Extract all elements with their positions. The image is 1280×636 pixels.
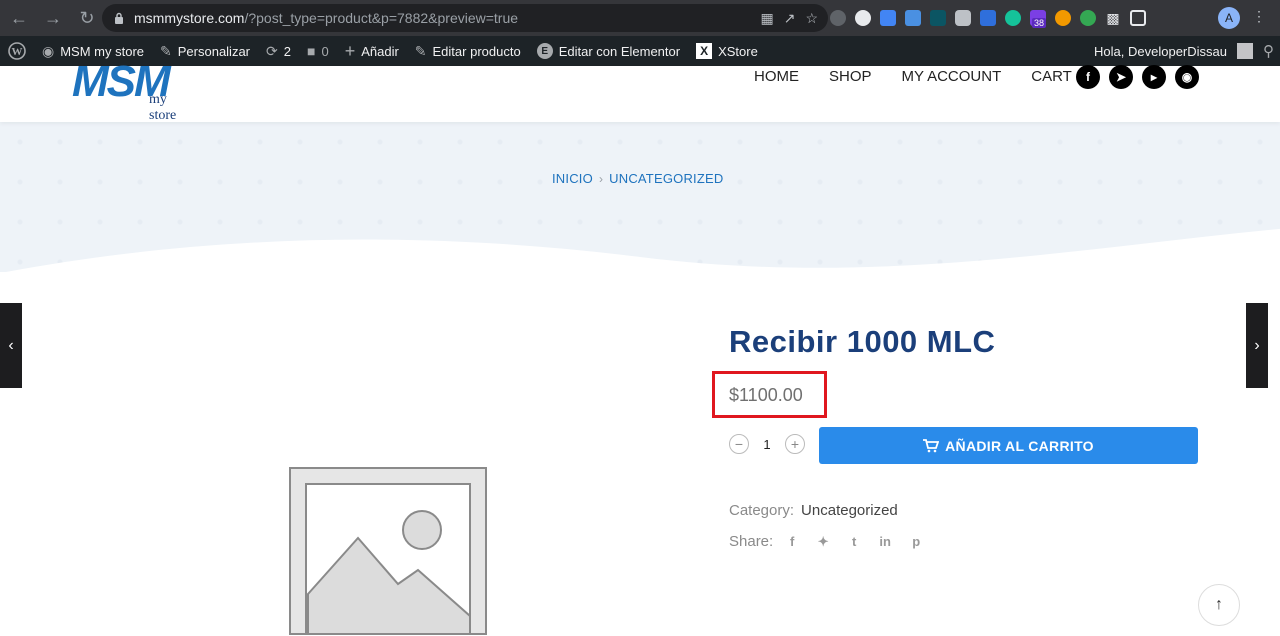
share-label: Share: [729, 533, 774, 550]
next-product-arrow-icon[interactable]: › [1246, 303, 1268, 388]
wp-xstore-item[interactable]: X XStore [688, 36, 766, 66]
product-share-row: Share: f ✦ t in p [729, 533, 928, 550]
prev-product-arrow-icon[interactable]: ‹ [0, 303, 22, 388]
page-hero: INICIO › UNCATEGORIZED [0, 122, 1280, 272]
logo-sub-text: my store [149, 92, 177, 123]
globe-extension-icon[interactable] [855, 10, 871, 26]
back-icon[interactable]: ← [4, 3, 34, 33]
camera-extension-icon[interactable] [955, 10, 971, 26]
wp-edit-product-label: Editar producto [432, 43, 521, 59]
facebook-icon[interactable]: f [1076, 65, 1100, 89]
wordpress-icon: W [8, 42, 26, 60]
nav-my-account[interactable]: MY ACCOUNT [902, 68, 1002, 85]
quantity-stepper: − 1 + [729, 434, 805, 454]
site-logo[interactable]: MSM my store [72, 60, 176, 124]
wp-comments-item[interactable]: ■ 0 [299, 36, 337, 66]
grammarly-extension-icon[interactable] [1005, 10, 1021, 26]
product-placeholder-image[interactable] [288, 466, 488, 636]
xstore-icon: X [696, 43, 713, 59]
add-to-cart-button[interactable]: AÑADIR AL CARRITO [819, 427, 1198, 464]
plus-icon: + [344, 40, 356, 61]
puzzle-icon[interactable]: ▩ [1105, 10, 1121, 26]
menu-kebab-icon[interactable]: ⋮ [1252, 8, 1266, 25]
wp-add-new-item[interactable]: + Añadir [337, 36, 407, 66]
tumblr-icon[interactable]: t [842, 534, 866, 549]
breadcrumb-category[interactable]: UNCATEGORIZED [609, 171, 723, 186]
back-to-top-button[interactable]: ↑ [1198, 584, 1240, 626]
docs-extension-icon[interactable] [880, 10, 896, 26]
s-extension-icon[interactable] [980, 10, 996, 26]
wp-add-new-label: Añadir [361, 43, 399, 59]
twitter-icon[interactable]: ✦ [811, 534, 835, 550]
extension-badge: 38 [1032, 18, 1047, 28]
arrow-up-icon: ↑ [1215, 596, 1223, 613]
nav-home[interactable]: HOME [754, 68, 799, 85]
wp-admin-bar: W ◉ MSM my store ✎ Personalizar ⟳ 2 ■ 0 … [0, 36, 1280, 66]
quantity-input[interactable]: 1 [749, 437, 785, 452]
translate-extension-icon[interactable] [905, 10, 921, 26]
pinterest-icon[interactable]: p [904, 534, 928, 549]
updates-icon: ⟳ [266, 42, 278, 59]
breadcrumb-separator-icon: › [598, 171, 604, 186]
n-extension-icon[interactable] [930, 10, 946, 26]
telegram-icon[interactable]: ➤ [1109, 65, 1133, 89]
youtube-icon[interactable]: ▶ [1142, 65, 1166, 89]
sidepanel-icon[interactable] [1130, 10, 1146, 26]
badge-extension-icon[interactable]: 38 [1030, 10, 1047, 28]
recycle-extension-icon[interactable] [830, 10, 846, 26]
wp-updates-count: 2 [283, 43, 291, 59]
comment-icon: ■ [306, 43, 316, 59]
address-bar[interactable]: msmmystore.com/?post_type=product&p=7882… [102, 4, 828, 32]
breadcrumb: INICIO › UNCATEGORIZED [552, 171, 723, 186]
elementor-icon: E [536, 43, 553, 59]
nav-shop[interactable]: SHOP [829, 68, 872, 85]
svg-text:W: W [12, 46, 23, 58]
product-title: Recibir 1000 MLC [729, 324, 996, 359]
translate-icon[interactable]: ▦ [760, 10, 773, 27]
extensions-bar: 38 ▩ [830, 6, 1146, 30]
product-price: $1100.00 [729, 385, 803, 405]
url-host: msmmystore.com [134, 10, 245, 26]
user-avatar[interactable] [1237, 43, 1253, 59]
lock-icon [115, 12, 123, 24]
site-header: MSM my store HOME SHOP MY ACCOUNT CART f… [0, 60, 1280, 123]
quantity-minus-button[interactable]: − [729, 434, 749, 454]
facebook-icon[interactable]: f [780, 534, 804, 549]
main-nav: HOME SHOP MY ACCOUNT CART [754, 68, 1072, 85]
wp-elementor-item[interactable]: E Editar con Elementor [529, 36, 688, 66]
wp-logo-item[interactable]: W [0, 36, 34, 66]
quantity-plus-button[interactable]: + [785, 434, 805, 454]
wp-comments-count: 0 [321, 43, 329, 59]
moon-extension-icon[interactable] [1055, 10, 1071, 26]
wp-edit-product-item[interactable]: ✎ Editar producto [407, 36, 529, 66]
wp-xstore-label: XStore [718, 43, 758, 59]
url-path: /?post_type=product&p=7882&preview=true [244, 10, 519, 26]
dashboard-icon: ◉ [42, 42, 55, 59]
edit-extension-icon[interactable] [1080, 10, 1096, 26]
nav-cart[interactable]: CART [1031, 68, 1072, 85]
linkedin-icon[interactable]: in [873, 534, 897, 549]
wp-user-greeting[interactable]: Hola, DeveloperDissau [1094, 44, 1227, 59]
reload-icon[interactable]: ↻ [72, 3, 102, 33]
hero-wave [6, 228, 1280, 272]
category-link[interactable]: Uncategorized [801, 502, 898, 519]
profile-avatar[interactable]: A [1218, 7, 1240, 29]
instagram-icon[interactable]: ◉ [1175, 65, 1199, 89]
browser-toolbar: ← → ↻ msmmystore.com/?post_type=product&… [0, 0, 1280, 36]
cart-icon [923, 438, 940, 452]
add-to-cart-label: AÑADIR AL CARRITO [945, 437, 1094, 454]
share-page-icon[interactable]: ↗ [784, 10, 796, 27]
breadcrumb-home[interactable]: INICIO [552, 171, 593, 186]
wp-search-icon[interactable]: ⚲ [1263, 42, 1274, 60]
bookmark-star-icon[interactable]: ☆ [805, 10, 818, 27]
product-category-row: Category: Uncategorized [729, 502, 898, 519]
social-links: f ➤ ▶ ◉ [1076, 65, 1199, 89]
pencil-icon: ✎ [414, 42, 427, 59]
wp-customize-label: Personalizar [177, 43, 251, 59]
category-label: Category: [729, 502, 795, 519]
wp-updates-item[interactable]: ⟳ 2 [258, 36, 299, 66]
forward-icon[interactable]: → [38, 3, 68, 33]
wp-elementor-label: Editar con Elementor [558, 43, 681, 59]
